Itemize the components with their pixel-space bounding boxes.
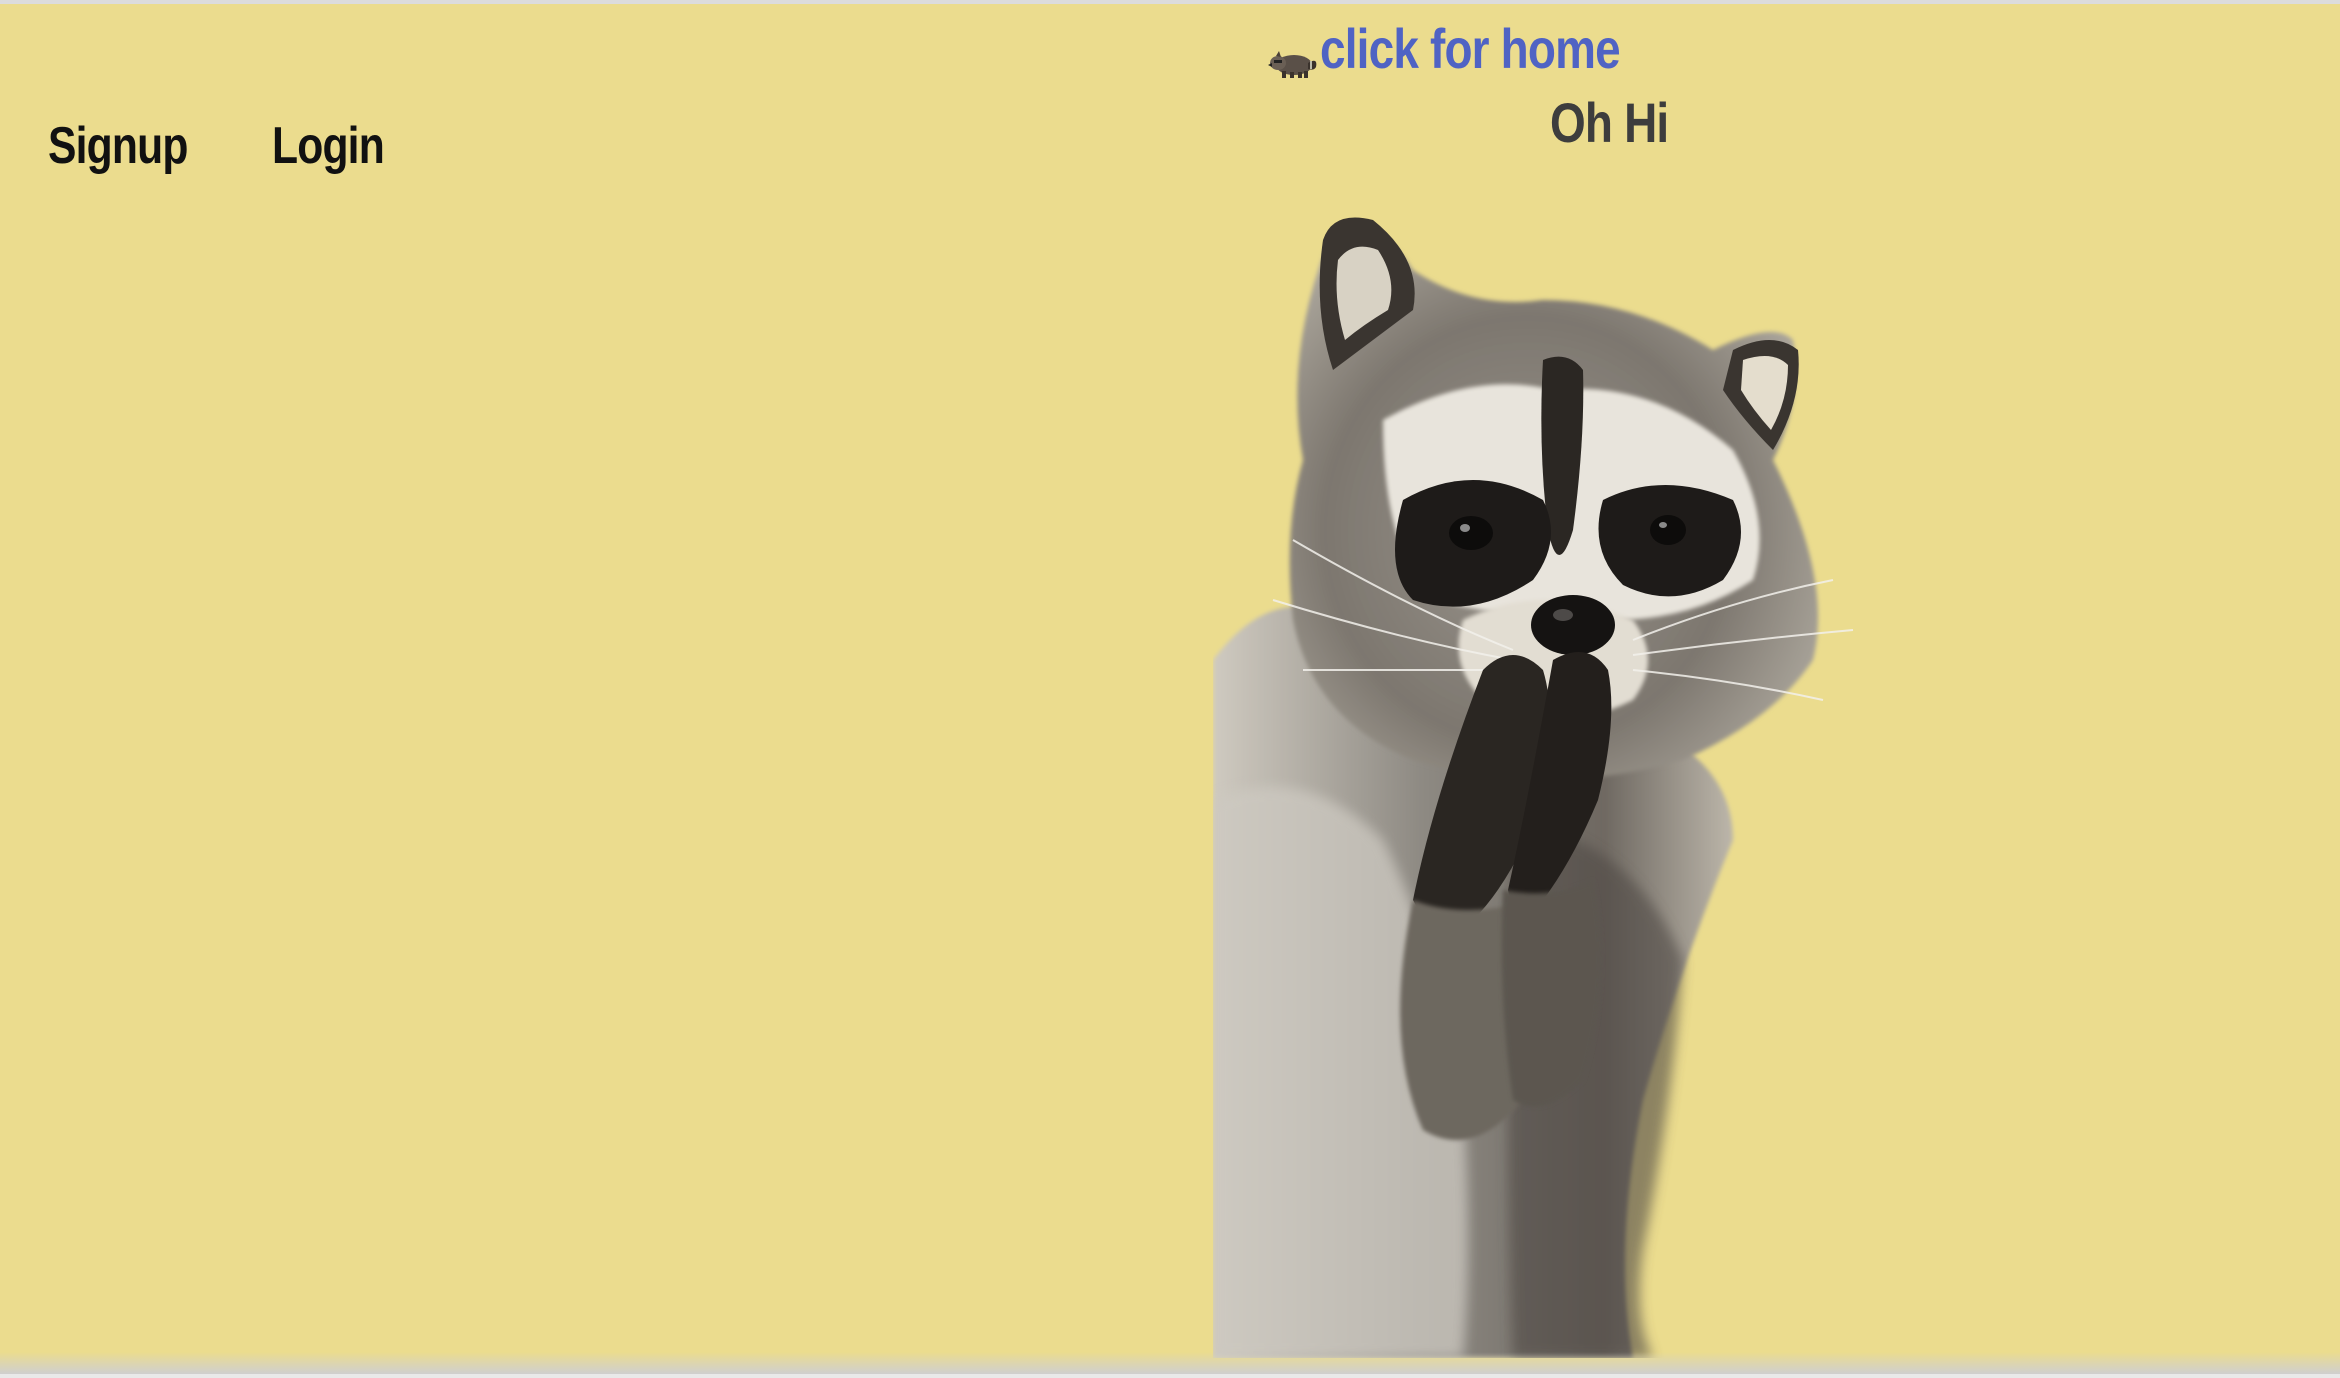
page-body: Signup Login click for home Oh Hi bbox=[0, 4, 2340, 1374]
signup-link[interactable]: Signup bbox=[48, 116, 188, 176]
login-link[interactable]: Login bbox=[272, 116, 385, 176]
home-link[interactable]: click for home bbox=[1268, 16, 1686, 81]
bottom-shadow bbox=[0, 1352, 2340, 1374]
raccoon-icon bbox=[1268, 51, 1317, 78]
greeting-heading: Oh Hi bbox=[1550, 91, 1669, 154]
raccoon-photo bbox=[1213, 217, 1854, 1358]
home-link-label: click for home bbox=[1320, 17, 1621, 80]
